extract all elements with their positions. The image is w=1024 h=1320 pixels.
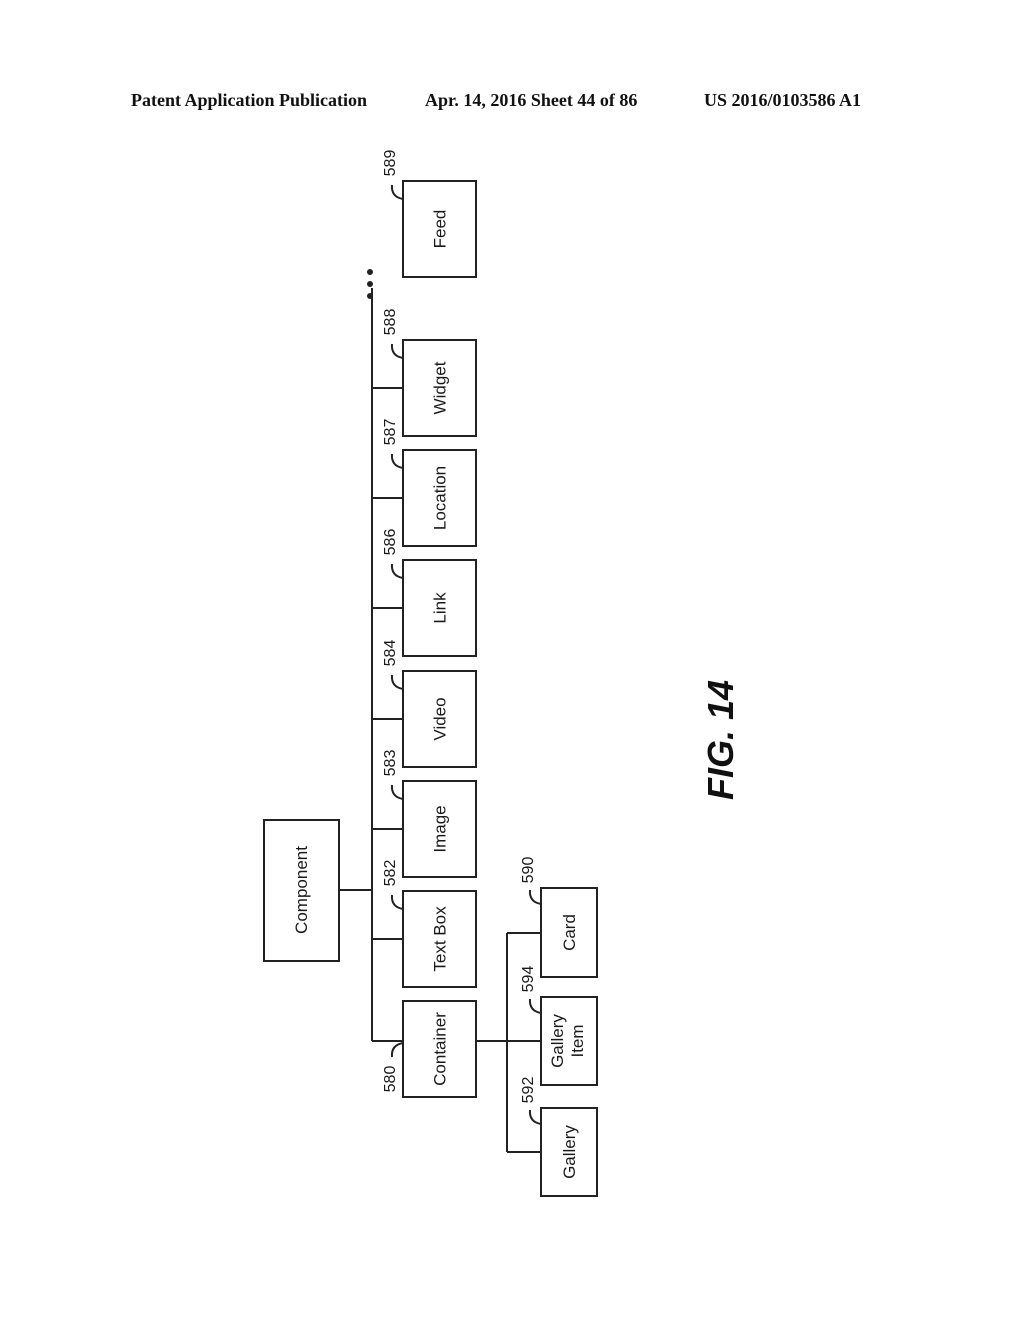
reference-numeral: 582	[382, 860, 399, 887]
reference-numeral: 586	[382, 529, 399, 556]
node-link: Link 586	[372, 529, 477, 657]
leader-line	[390, 343, 404, 359]
node-container: Container 580	[372, 1000, 477, 1098]
node-gallery: Gallery 592	[507, 1077, 598, 1197]
figure-label: FIG. 14	[700, 680, 741, 800]
node-label: Video	[431, 697, 450, 740]
component-label: Component	[292, 846, 311, 934]
node-label: Image	[431, 805, 450, 852]
component-root-node: Component	[263, 819, 340, 962]
reference-numeral: 587	[382, 419, 399, 446]
node-label-line: Gallery	[548, 1014, 567, 1068]
leader-line	[390, 563, 404, 579]
ellipsis-dots	[367, 269, 373, 299]
node-location: Location 587	[372, 419, 477, 547]
leader-line	[390, 784, 404, 800]
component-hierarchy-diagram: Component Container 580 Text Box 582 Image 58…	[263, 150, 741, 1197]
node-card: Card 590	[507, 857, 598, 978]
node-feed: Feed 589	[382, 150, 477, 278]
node-label: Location	[431, 466, 450, 530]
node-label: Container	[431, 1012, 450, 1086]
node-label: Link	[431, 592, 450, 624]
leader-line	[528, 1109, 542, 1125]
node-label: Feed	[431, 210, 450, 249]
node-widget: Widget 588	[372, 309, 477, 437]
node-label: Card	[560, 914, 579, 951]
leader-line	[528, 998, 542, 1014]
node-label-line: Item	[568, 1024, 587, 1057]
reference-numeral: 584	[382, 640, 399, 667]
leader-line	[528, 889, 542, 905]
node-text-box: Text Box 582	[372, 860, 477, 988]
node-label: Widget	[431, 361, 450, 414]
reference-numeral: 580	[382, 1066, 399, 1093]
leader-line	[390, 1042, 404, 1058]
reference-numeral: 583	[382, 750, 399, 777]
leader-line	[390, 184, 404, 200]
node-gallery-item: Gallery Item 594	[520, 966, 598, 1086]
node-image: Image 583	[372, 750, 477, 878]
reference-numeral: 594	[520, 966, 537, 993]
reference-numeral: 592	[520, 1077, 537, 1104]
node-label: Text Box	[431, 906, 450, 972]
reference-numeral: 589	[382, 150, 399, 177]
reference-numeral: 590	[520, 857, 537, 884]
leader-line	[390, 453, 404, 469]
leader-line	[390, 674, 404, 690]
node-video: Video 584	[372, 640, 477, 768]
node-label: Gallery	[560, 1125, 579, 1179]
reference-numeral: 588	[382, 309, 399, 336]
leader-line	[390, 894, 404, 910]
